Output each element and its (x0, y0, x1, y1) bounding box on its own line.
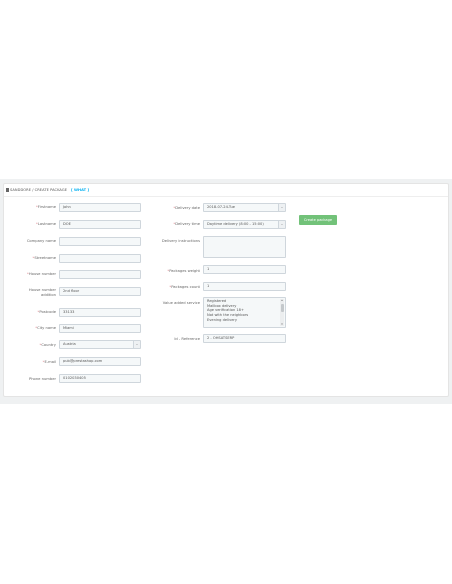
city-label: *City name (35, 326, 56, 330)
house-number-label: *House number (27, 272, 56, 276)
firstname-label: *Firstname (35, 205, 56, 209)
create-package-button[interactable]: Create package (299, 215, 337, 225)
delivery-time-value: Daytime delivery (8:00 - 15:00) (207, 222, 264, 226)
lastname-input[interactable]: DOE (59, 220, 141, 229)
panel-title: SANDDORE / CREATE PACKAGE (10, 188, 68, 192)
packages-count-input[interactable]: 1 (203, 282, 286, 291)
document-icon (6, 187, 9, 192)
delivery-date-value: 2018-07-24-Tue (207, 205, 235, 209)
email-input[interactable]: pub@prestashop.com (59, 357, 141, 366)
reference-input[interactable]: 2 - OHSATSERP (203, 334, 286, 343)
value-added-label: Value added service (162, 301, 200, 305)
street-label: *Streetname (32, 256, 56, 260)
panel-heading: SANDDORE / CREATE PACKAGE[ WHAT ] (6, 186, 89, 194)
delivery-date-select[interactable]: 2018-07-24-Tue ⌄ (203, 203, 286, 212)
scroll-down-icon[interactable]: ▾ (280, 323, 284, 326)
country-select[interactable]: Austria ⌄ (59, 340, 141, 349)
delivery-instructions-label: Delivery instructions (161, 239, 200, 243)
phone-input[interactable]: 0102030405 (59, 374, 141, 383)
packages-count-label: *Packages count (169, 285, 200, 289)
panel-badge[interactable]: [ WHAT ] (71, 186, 89, 194)
house-addition-label: House number addition (28, 288, 56, 297)
delivery-time-select[interactable]: Daytime delivery (8:00 - 15:00) ⌄ (203, 220, 286, 229)
packages-weight-label: *Packages weight (167, 269, 200, 273)
street-input[interactable] (59, 254, 141, 263)
packages-weight-input[interactable]: 1 (203, 265, 286, 274)
firstname-input[interactable]: John (59, 203, 141, 212)
chevron-down-icon[interactable]: ⌄ (278, 204, 285, 211)
delivery-date-label: *Delivery date (173, 206, 200, 210)
house-number-input[interactable] (59, 270, 141, 279)
heading-divider (4, 196, 448, 197)
email-label: *E-mail (42, 360, 56, 364)
delivery-time-label: *Delivery time (173, 222, 200, 226)
phone-label: Phone number (29, 377, 56, 381)
postcode-input[interactable]: 33133 (59, 308, 141, 317)
lastname-label: *Lastname (36, 222, 56, 226)
city-input[interactable]: Miami (59, 324, 141, 333)
delivery-instructions-textarea[interactable] (203, 236, 286, 258)
scroll-up-icon[interactable]: ▴ (280, 299, 284, 302)
company-label: Company name (26, 239, 56, 243)
country-label: *Country (39, 343, 57, 347)
multiselect-scrollbar[interactable]: ▴ ▾ (280, 299, 284, 326)
value-added-multiselect[interactable]: Registered Mailbox delivery Age verifica… (203, 297, 286, 328)
chevron-down-icon[interactable]: ⌄ (278, 221, 285, 228)
house-addition-input[interactable]: 2nd floor (59, 287, 141, 296)
reference-label: Id - Reference (174, 337, 200, 341)
company-input[interactable] (59, 237, 141, 246)
country-select-value: Austria (63, 342, 76, 346)
option-evening-delivery[interactable]: Evening delivery (207, 318, 282, 323)
postcode-label: *Postcode (37, 310, 56, 314)
scrollbar-thumb[interactable] (280, 304, 284, 312)
chevron-down-icon[interactable]: ⌄ (133, 341, 140, 348)
